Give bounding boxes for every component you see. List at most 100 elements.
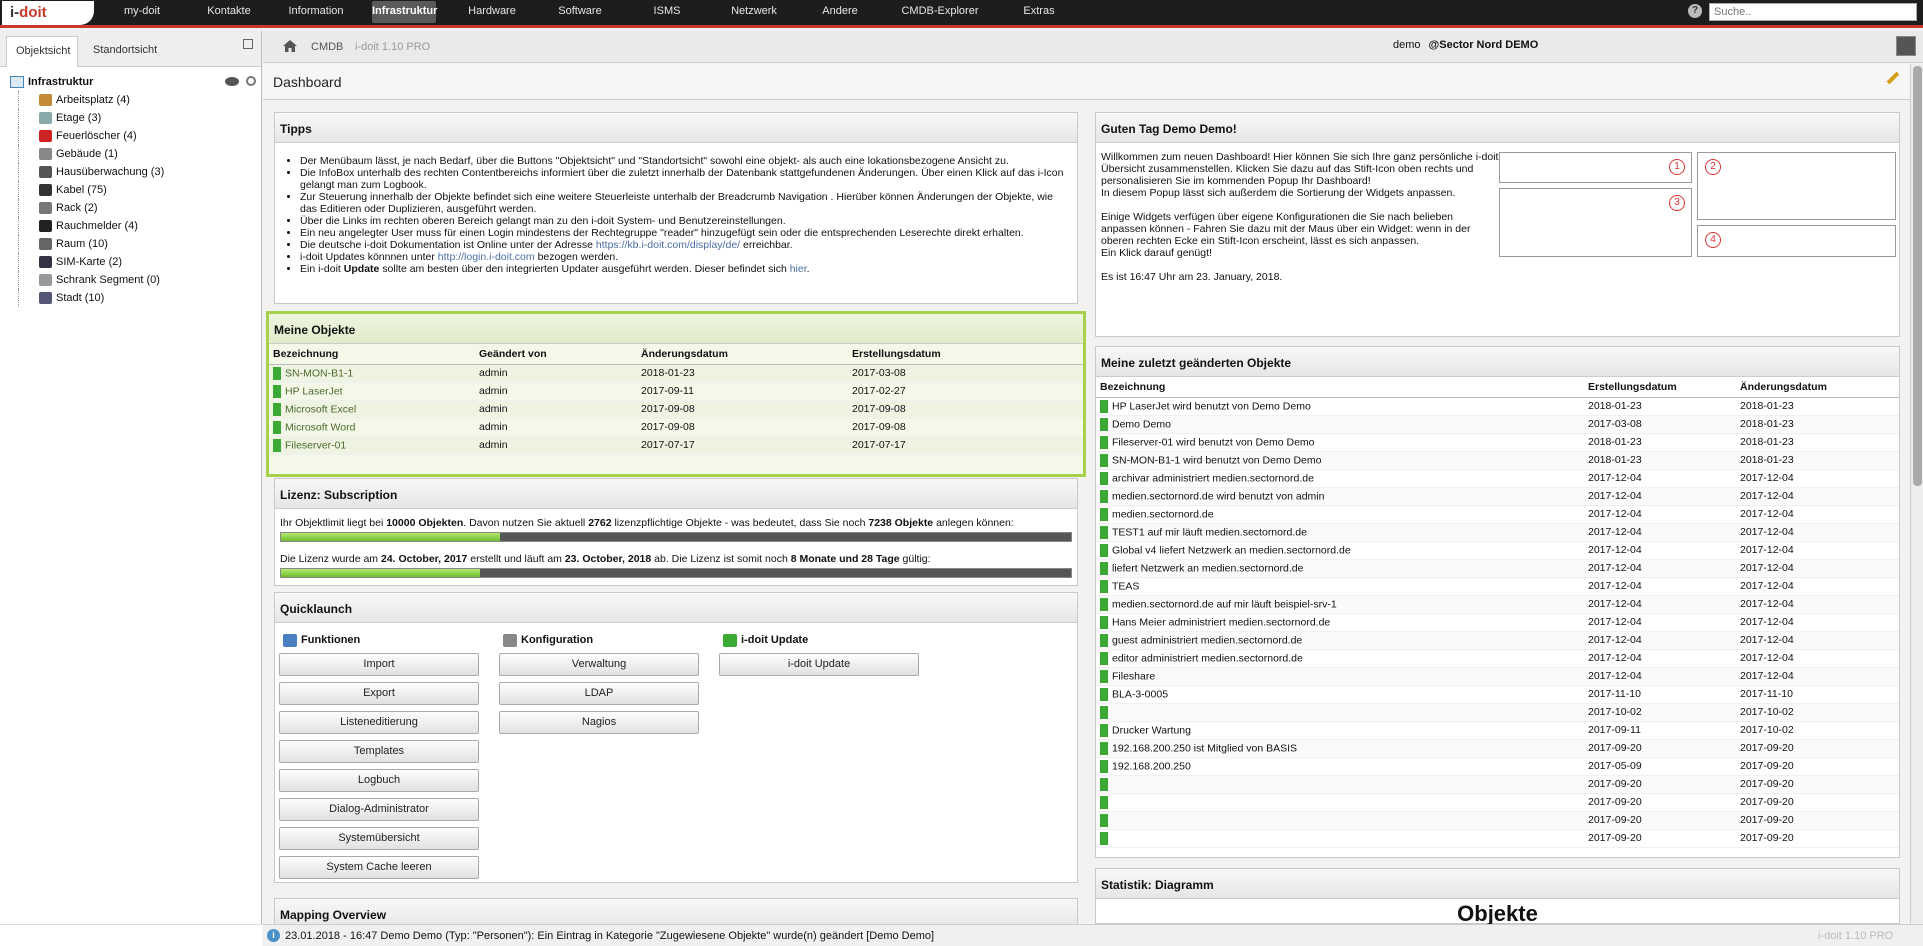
- table-row[interactable]: Demo Demo 2017-03-08 2018-01-23: [1096, 415, 1899, 434]
- nav-item-my-doit[interactable]: my-doit: [94, 1, 190, 23]
- nav-item-cmdb-explorer[interactable]: CMDB-Explorer: [886, 1, 994, 23]
- table-row[interactable]: Fileserver-01 wird benutzt von Demo Demo…: [1096, 433, 1899, 452]
- column-header[interactable]: Änderungsdatum: [1736, 377, 1899, 398]
- tree-item[interactable]: SIM-Karte (2): [18, 253, 261, 271]
- nav-item-kontakte[interactable]: Kontakte: [190, 1, 268, 23]
- object-link[interactable]: SN-MON-B1-1 wird benutzt von Demo Demo: [1112, 454, 1321, 466]
- table-row[interactable]: 2017-09-20 2017-09-20: [1096, 793, 1899, 812]
- column-header[interactable]: Änderungsdatum: [637, 344, 848, 365]
- object-link[interactable]: 192.168.200.250 ist Mitglied von BASIS: [1112, 742, 1297, 754]
- table-row[interactable]: BLA-3-0005 2017-11-10 2017-11-10: [1096, 685, 1899, 704]
- table-row[interactable]: 2017-09-20 2017-09-20: [1096, 775, 1899, 794]
- eye-icon[interactable]: [225, 77, 239, 86]
- tree-item[interactable]: Raum (10): [18, 235, 261, 253]
- nav-item-extras[interactable]: Extras: [994, 1, 1084, 23]
- tree-item[interactable]: Etage (3): [18, 109, 261, 127]
- help-icon[interactable]: ?: [1688, 4, 1702, 18]
- quicklaunch-button-listeneditierung[interactable]: Listeneditierung: [279, 711, 479, 734]
- nav-item-andere[interactable]: Andere: [794, 1, 886, 23]
- table-row[interactable]: Microsoft Word admin 2017-09-08 2017-09-08: [269, 418, 1083, 437]
- table-row[interactable]: medien.sectornord.de wird benutzt von ad…: [1096, 487, 1899, 506]
- column-header[interactable]: Bezeichnung: [269, 344, 475, 365]
- user-info[interactable]: demo @Sector Nord DEMO: [1393, 39, 1538, 51]
- quicklaunch-button-dialog-administrator[interactable]: Dialog-Administrator: [279, 798, 479, 821]
- avatar[interactable]: [1896, 36, 1916, 56]
- table-row[interactable]: 192.168.200.250 ist Mitglied von BASIS 20…: [1096, 739, 1899, 758]
- column-header[interactable]: Bezeichnung: [1096, 377, 1584, 398]
- table-row[interactable]: medien.sectornord.de auf mir läuft beisp…: [1096, 595, 1899, 614]
- tab-standortsicht[interactable]: Standortsicht: [84, 36, 166, 64]
- object-link[interactable]: medien.sectornord.de auf mir läuft beisp…: [1112, 598, 1337, 610]
- popout-icon[interactable]: [243, 39, 253, 49]
- object-link[interactable]: Hans Meier administriert medien.sectorno…: [1112, 616, 1330, 628]
- table-row[interactable]: HP LaserJet admin 2017-09-11 2017-02-27: [269, 382, 1083, 401]
- table-row[interactable]: Hans Meier administriert medien.sectorno…: [1096, 613, 1899, 632]
- scrollbar-thumb[interactable]: [1913, 66, 1922, 486]
- tree-item[interactable]: Feuerlöscher (4): [18, 127, 261, 145]
- table-row[interactable]: archivar administriert medien.sectornord…: [1096, 469, 1899, 488]
- table-row[interactable]: Microsoft Excel admin 2017-09-08 2017-09-08: [269, 400, 1083, 419]
- edit-pencil-icon[interactable]: [1886, 71, 1900, 85]
- tab-objektsicht[interactable]: Objektsicht: [6, 36, 78, 67]
- tree-item[interactable]: Arbeitsplatz (4): [18, 91, 261, 109]
- nav-item-software[interactable]: Software: [540, 1, 620, 23]
- object-link[interactable]: Drucker Wartung: [1112, 724, 1191, 736]
- nav-item-hardware[interactable]: Hardware: [444, 1, 540, 23]
- quicklaunch-button-ldap[interactable]: LDAP: [499, 682, 699, 705]
- quicklaunch-button-export[interactable]: Export: [279, 682, 479, 705]
- tree-item[interactable]: Rack (2): [18, 199, 261, 217]
- object-link[interactable]: 192.168.200.250: [1112, 760, 1191, 772]
- object-link[interactable]: Global v4 liefert Netzwerk an medien.sec…: [1112, 544, 1351, 556]
- nav-item-information[interactable]: Information: [268, 1, 364, 23]
- tree-item[interactable]: Hausüberwachung (3): [18, 163, 261, 181]
- table-row[interactable]: 2017-10-02 2017-10-02: [1096, 703, 1899, 722]
- object-link[interactable]: guest administriert medien.sectornord.de: [1112, 634, 1302, 646]
- object-link[interactable]: Fileserver-01 wird benutzt von Demo Demo: [1112, 436, 1315, 448]
- search-input[interactable]: [1709, 3, 1917, 21]
- table-row[interactable]: editor administriert medien.sectornord.d…: [1096, 649, 1899, 668]
- updater-link[interactable]: hier: [790, 263, 807, 275]
- nav-item-isms[interactable]: ISMS: [620, 1, 714, 23]
- nav-item-infrastruktur[interactable]: Infrastruktur: [372, 1, 437, 23]
- object-link[interactable]: Microsoft Excel: [285, 403, 356, 415]
- table-row[interactable]: 192.168.200.250 2017-05-09 2017-09-20: [1096, 757, 1899, 776]
- nav-item-netzwerk[interactable]: Netzwerk: [714, 1, 794, 23]
- documentation-link[interactable]: https://kb.i-doit.com/display/de/: [596, 239, 740, 251]
- quicklaunch-button-nagios[interactable]: Nagios: [499, 711, 699, 734]
- object-link[interactable]: liefert Netzwerk an medien.sectornord.de: [1112, 562, 1303, 574]
- table-row[interactable]: TEST1 auf mir läuft medien.sectornord.de…: [1096, 523, 1899, 542]
- table-row[interactable]: 2017-09-20 2017-09-20: [1096, 811, 1899, 830]
- table-row[interactable]: 2017-09-20 2017-09-20: [1096, 829, 1899, 848]
- object-link[interactable]: BLA-3-0005: [1112, 688, 1168, 700]
- object-link[interactable]: HP LaserJet: [285, 385, 343, 397]
- tree-item[interactable]: Kabel (75): [18, 181, 261, 199]
- object-link[interactable]: SN-MON-B1-1: [285, 367, 353, 379]
- tree-item[interactable]: Schrank Segment (0): [18, 271, 261, 289]
- column-header[interactable]: Erstellungsdatum: [1584, 377, 1736, 398]
- tree-item[interactable]: Gebäude (1): [18, 145, 261, 163]
- info-icon[interactable]: i: [267, 929, 280, 942]
- quicklaunch-button-i-doit-update[interactable]: i-doit Update: [719, 653, 919, 676]
- object-link[interactable]: Demo Demo: [1112, 418, 1171, 430]
- object-link[interactable]: Microsoft Word: [285, 421, 355, 433]
- tree-item[interactable]: Stadt (10): [18, 289, 261, 307]
- table-row[interactable]: Fileshare 2017-12-04 2017-12-04: [1096, 667, 1899, 686]
- quicklaunch-button-system-cache-leeren[interactable]: System Cache leeren: [279, 856, 479, 879]
- quicklaunch-button-verwaltung[interactable]: Verwaltung: [499, 653, 699, 676]
- object-link[interactable]: HP LaserJet wird benutzt von Demo Demo: [1112, 400, 1311, 412]
- table-row[interactable]: SN-MON-B1-1 wird benutzt von Demo Demo 20…: [1096, 451, 1899, 470]
- table-row[interactable]: TEAS 2017-12-04 2017-12-04: [1096, 577, 1899, 596]
- object-link[interactable]: medien.sectornord.de: [1112, 508, 1214, 520]
- table-row[interactable]: Global v4 liefert Netzwerk an medien.sec…: [1096, 541, 1899, 560]
- table-row[interactable]: Fileserver-01 admin 2017-07-17 2017-07-17: [269, 436, 1083, 455]
- login-link[interactable]: http://login.i-doit.com: [438, 251, 535, 263]
- quicklaunch-button-system-bersicht[interactable]: Systemübersicht: [279, 827, 479, 850]
- table-row[interactable]: SN-MON-B1-1 admin 2018-01-23 2017-03-08: [269, 364, 1083, 383]
- scrollbar[interactable]: [1910, 64, 1923, 924]
- column-header[interactable]: Erstellungsdatum: [848, 344, 1083, 365]
- last-change-text[interactable]: 23.01.2018 - 16:47 Demo Demo (Typ: "Pers…: [285, 930, 934, 942]
- object-link[interactable]: TEAS: [1112, 580, 1139, 592]
- home-icon[interactable]: [283, 40, 297, 52]
- idoit-logo[interactable]: i-doit: [2, 1, 94, 25]
- tree-root-infrastruktur[interactable]: Infrastruktur: [10, 73, 261, 91]
